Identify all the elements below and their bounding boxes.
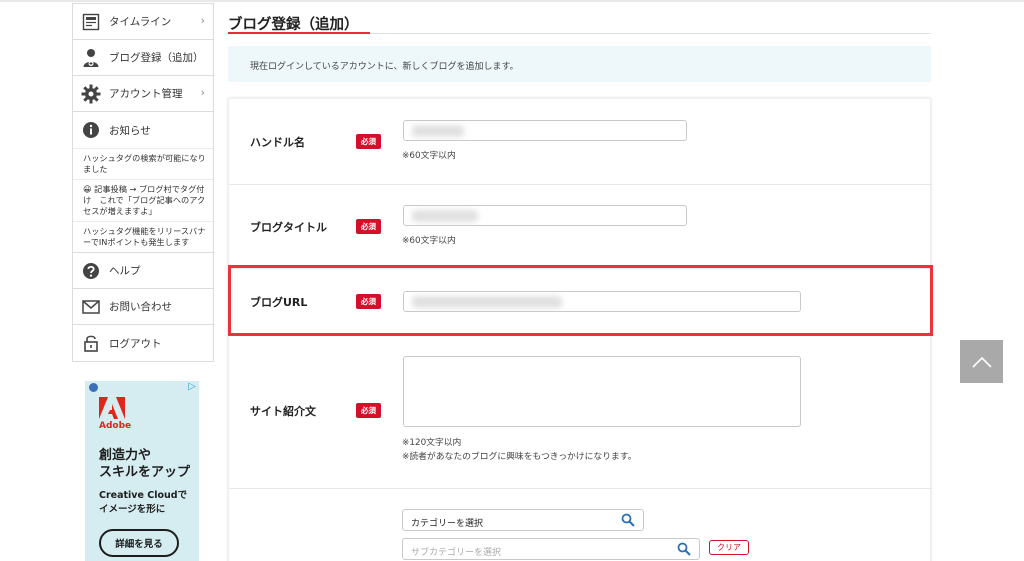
title-accent-line (228, 32, 370, 34)
subcategory-select[interactable]: サブカテゴリーを選択 (402, 538, 700, 560)
required-badge: 必須 (356, 403, 381, 418)
field-label: ハンドル名 (250, 136, 305, 149)
category-select[interactable]: カテゴリーを選択 (402, 509, 644, 531)
sidebar-item-contact[interactable]: お問い合わせ (73, 289, 213, 325)
top-divider (0, 0, 1024, 2)
ad-subtext-line: イメージを形に (99, 504, 166, 515)
form-row-blog-title: ブログタイトル 必須 ※60文字以内 (229, 185, 932, 269)
lock-icon (81, 333, 101, 353)
sidebar-item-blog-register[interactable]: ブログ登録（追加） (73, 40, 213, 76)
search-icon (621, 513, 635, 527)
notice-list: ハッシュタグの検索が可能になりました 😀 記事投稿 → ブログ村でタグ付け これ… (73, 148, 213, 253)
ad-headline: 創造力や スキルをアップ (99, 447, 190, 481)
search-icon (677, 542, 691, 556)
handle-name-input[interactable] (403, 120, 687, 141)
sidebar-item-label: ログアウト (109, 337, 162, 350)
blurred-value (412, 210, 478, 222)
adobe-logo-icon (99, 397, 125, 419)
site-intro-textarea[interactable] (403, 356, 801, 427)
sidebar-item-label: アカウント管理 (109, 88, 183, 100)
sidebar: タイムライン › ブログ登録（追加） アカウント管理 › お知らせ ハッシュタグ… (72, 3, 214, 362)
ad-headline-line: スキルをアップ (99, 465, 191, 480)
sidebar-item-label: タイムライン (109, 16, 172, 28)
highlight-frame (228, 265, 933, 336)
sidebar-item-label: ブログ登録（追加） (109, 52, 204, 64)
sidebar-item-label: ヘルプ (109, 265, 141, 277)
ad-cta-button[interactable]: 詳細を見る (99, 529, 179, 557)
field-note-line: ※120文字以内 (402, 438, 462, 448)
sidebar-item-notice[interactable]: お知らせ (73, 112, 213, 148)
chevron-right-icon: › (200, 86, 205, 99)
ad-brand: Adobe (99, 421, 132, 431)
field-label: ブログタイトル (250, 221, 327, 234)
required-badge: 必須 (356, 134, 381, 149)
mail-icon (81, 297, 101, 317)
field-label: サイト紹介文 (250, 405, 316, 418)
sidebar-item-account[interactable]: アカウント管理 › (73, 76, 213, 112)
sidebar-item-help[interactable]: ヘルプ (73, 253, 213, 289)
blog-title-input[interactable] (403, 205, 687, 226)
gear-icon (81, 84, 101, 104)
ad-headline-line: 創造力や (99, 448, 152, 463)
list-item[interactable]: 😀 記事投稿 → ブログ村でタグ付け これで「ブログ記事へのアクセスが増えますよ… (73, 180, 213, 222)
info-banner: 現在ログインしているアカウントに、新しくブログを追加します。 (228, 46, 931, 82)
list-item[interactable]: ハッシュタグの検索が可能になりました (73, 149, 213, 180)
field-note: ※60文字以内 (402, 236, 456, 246)
help-icon (81, 261, 101, 281)
subcategory-placeholder: サブカテゴリーを選択 (411, 548, 502, 558)
sidebar-item-label: お知らせ (109, 124, 151, 137)
adchoices-icon[interactable]: ▷ (188, 381, 196, 392)
sidebar-item-timeline[interactable]: タイムライン › (73, 4, 213, 40)
sidebar-item-logout[interactable]: ログアウト (73, 325, 213, 361)
field-note: ※120文字以内 ※読者があなたのブログに興味をもつきっかけになります。 (402, 436, 637, 464)
newspaper-icon (81, 12, 101, 32)
user-add-icon (81, 48, 101, 68)
chevron-up-icon (971, 356, 992, 368)
list-item[interactable]: ハッシュタグ機能をリリースバナーでINポイントも発生します (73, 222, 213, 253)
info-icon (81, 120, 101, 140)
ad-subtext-line: Creative Cloudで (99, 490, 188, 501)
form-row-site-intro: サイト紹介文 必須 ※120文字以内 ※読者があなたのブログに興味をもつきっかけ… (229, 341, 932, 489)
page-title: ブログ登録（追加） (228, 17, 359, 33)
ad-banner[interactable]: ▷ Adobe 創造力や スキルをアップ Creative Cloudで イメー… (85, 381, 199, 561)
sidebar-item-label: お問い合わせ (109, 301, 172, 313)
field-note-line: ※読者があなたのブログに興味をもつきっかけになります。 (402, 452, 637, 462)
ad-subtext: Creative Cloudで イメージを形に (99, 489, 187, 517)
chevron-right-icon: › (200, 14, 205, 27)
clear-button[interactable]: クリア (709, 540, 749, 555)
category-select-value: カテゴリーを選択 (411, 519, 484, 529)
form-row-handle: ハンドル名 必須 ※60文字以内 (229, 99, 932, 185)
blurred-value (412, 125, 464, 137)
back-to-top-button[interactable] (960, 340, 1003, 383)
sidebar-menu: タイムライン › ブログ登録（追加） アカウント管理 › お知らせ ハッシュタグ… (72, 3, 214, 362)
field-note: ※60文字以内 (402, 151, 456, 161)
required-badge: 必須 (356, 219, 381, 234)
ad-info-icon[interactable] (89, 383, 98, 392)
